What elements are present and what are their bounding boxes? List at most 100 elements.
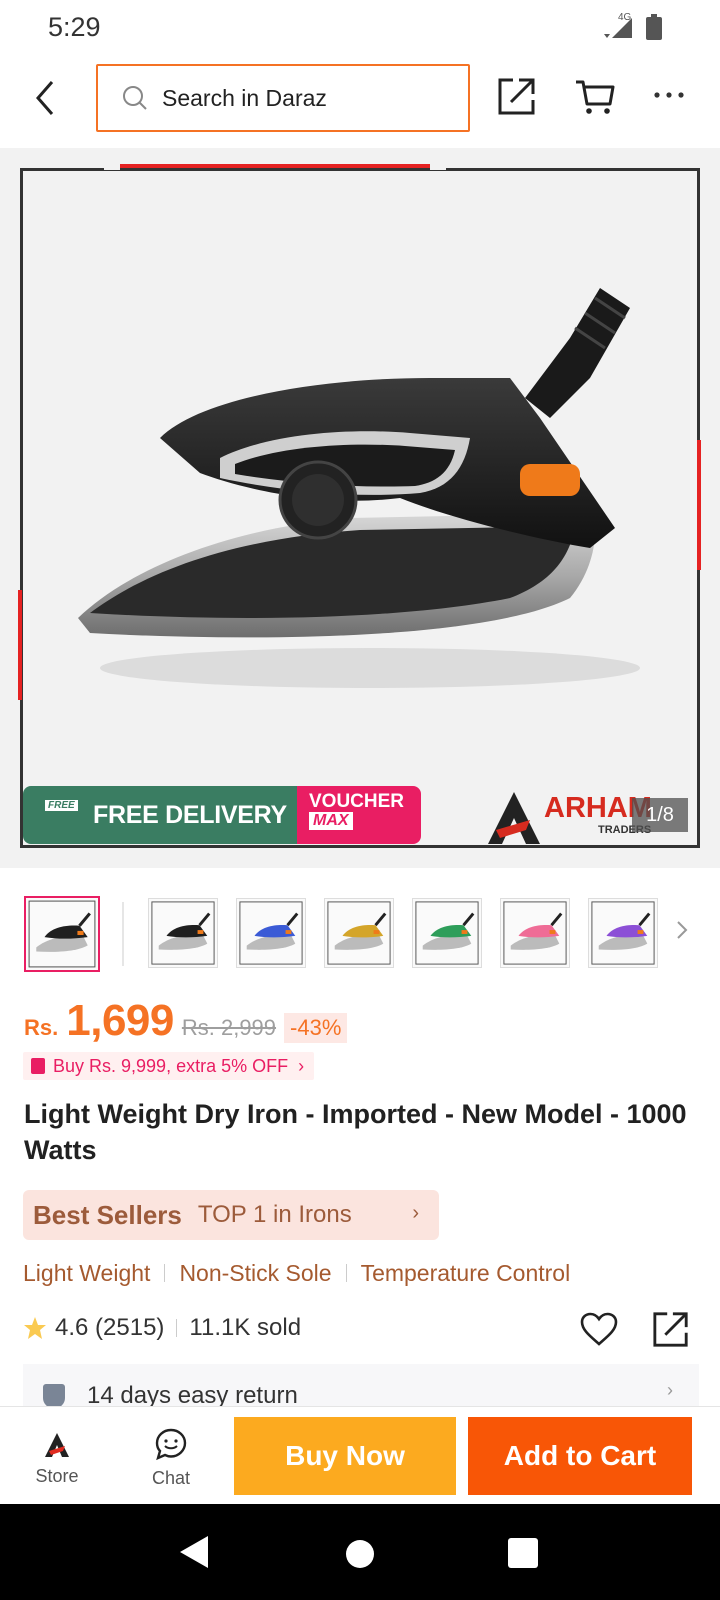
signal-icon: 4G bbox=[600, 12, 634, 40]
frame-accent bbox=[18, 590, 22, 700]
iron-thumbnail-icon bbox=[151, 901, 215, 965]
promo-banner: FREE FREE DELIVERY VOUCHER MAX bbox=[23, 786, 421, 844]
rating-row[interactable]: 4.6 (2515) 11.1K sold bbox=[23, 1314, 301, 1342]
image-counter: 1/8 bbox=[632, 798, 688, 832]
cart-button[interactable] bbox=[574, 76, 616, 123]
share-button[interactable] bbox=[497, 76, 537, 121]
thumbnail-strip bbox=[0, 880, 720, 972]
system-navigation-bar bbox=[0, 1504, 720, 1600]
original-price: Rs. 2,999 bbox=[181, 1015, 277, 1040]
cart-icon bbox=[576, 80, 615, 114]
status-time: 5:29 bbox=[48, 12, 101, 42]
feature-tag: Non-Stick Sole bbox=[179, 1259, 332, 1286]
shield-icon bbox=[43, 1384, 65, 1406]
sold-count: 11.1K sold bbox=[189, 1314, 302, 1341]
store-button[interactable]: Store bbox=[24, 1417, 90, 1493]
triangle-back-icon bbox=[180, 1536, 208, 1568]
truck-icon bbox=[37, 815, 38, 816]
feature-tag: Light Weight bbox=[23, 1259, 151, 1286]
feature-separator bbox=[164, 1264, 166, 1282]
voucher-max-text: MAX bbox=[309, 812, 353, 830]
voucher-icon bbox=[31, 1058, 45, 1074]
free-delivery-badge: FREE FREE DELIVERY bbox=[23, 786, 297, 844]
search-input[interactable]: Search in Daraz bbox=[96, 64, 470, 132]
return-policy-text: 14 days easy return bbox=[87, 1382, 298, 1406]
iron-thumbnail-icon bbox=[327, 901, 391, 965]
free-tag: FREE bbox=[45, 800, 78, 811]
brand-logo: ARHAM TRADERS bbox=[486, 788, 656, 848]
system-back-button[interactable] bbox=[178, 1534, 210, 1575]
bottom-action-bar: Store Chat Buy Now Add to Cart bbox=[0, 1406, 720, 1502]
rating-separator bbox=[176, 1319, 178, 1337]
back-button[interactable] bbox=[30, 78, 70, 122]
chat-icon bbox=[155, 1428, 187, 1461]
iron-thumbnail-icon bbox=[239, 901, 303, 965]
voucher-text: VOUCHER bbox=[309, 791, 405, 812]
feature-tag: Temperature Control bbox=[360, 1259, 571, 1286]
product-image-gallery[interactable]: FREE FREE DELIVERY VOUCHER MAX ARHAM TRA… bbox=[0, 148, 720, 868]
thumbnail-item[interactable] bbox=[588, 898, 658, 968]
iron-thumbnail-icon bbox=[591, 901, 655, 965]
search-placeholder: Search in Daraz bbox=[162, 84, 327, 111]
system-home-button[interactable] bbox=[346, 1540, 374, 1568]
promo-offer[interactable]: Buy Rs. 9,999, extra 5% OFF › bbox=[23, 1052, 315, 1080]
chevron-right-icon: › bbox=[298, 1055, 305, 1076]
chevron-right-icon bbox=[677, 921, 688, 939]
current-price: 1,699 bbox=[66, 996, 174, 1045]
iron-thumbnail-icon bbox=[415, 901, 479, 965]
chat-button[interactable]: Chat bbox=[138, 1417, 204, 1493]
iron-thumbnail-icon bbox=[28, 900, 96, 968]
best-seller-badge[interactable]: Best Sellers TOP 1 in Irons › bbox=[23, 1190, 439, 1240]
voucher-max-badge: VOUCHER MAX bbox=[297, 786, 421, 844]
free-delivery-text: FREE DELIVERY bbox=[93, 800, 287, 829]
product-title: Light Weight Dry Iron - Imported - New M… bbox=[24, 1099, 687, 1165]
thumbnail-item[interactable] bbox=[412, 898, 482, 968]
feature-tags: Light Weight Non-Stick Sole Temperature … bbox=[23, 1258, 570, 1288]
thumbnail-item[interactable] bbox=[24, 896, 100, 972]
iron-thumbnail-icon bbox=[503, 901, 567, 965]
product-image-iron bbox=[78, 288, 640, 688]
discount-badge: -43% bbox=[284, 1013, 348, 1043]
thumbnail-next-button[interactable] bbox=[676, 920, 688, 946]
chevron-left-icon bbox=[36, 81, 54, 115]
more-icon bbox=[654, 92, 684, 98]
share-icon bbox=[653, 1312, 688, 1347]
status-icons: 4G bbox=[600, 12, 662, 40]
price-currency: Rs. bbox=[24, 1015, 59, 1040]
system-recents-button[interactable] bbox=[508, 1538, 538, 1568]
battery-icon bbox=[646, 14, 662, 40]
thumbnail-item[interactable] bbox=[236, 898, 306, 968]
wishlist-button[interactable] bbox=[580, 1312, 618, 1351]
price-row: Rs. 1,699 Rs. 2,999 -43% bbox=[24, 996, 348, 1045]
status-bar: 5:29 4G bbox=[0, 0, 720, 52]
best-seller-title: Best Sellers bbox=[33, 1199, 182, 1230]
frame-gap bbox=[430, 164, 446, 170]
more-options-button[interactable] bbox=[653, 80, 685, 100]
heart-icon bbox=[580, 1312, 618, 1346]
feature-separator bbox=[345, 1264, 347, 1282]
rating-score: 4.6 (2515) bbox=[55, 1314, 165, 1341]
brand-logo-icon bbox=[488, 792, 540, 844]
thumbnail-item[interactable] bbox=[500, 898, 570, 968]
frame-accent bbox=[120, 164, 430, 168]
chevron-right-icon: › bbox=[667, 1380, 673, 1400]
search-icon bbox=[123, 86, 147, 110]
thumbnail-item[interactable] bbox=[148, 898, 218, 968]
frame-gap bbox=[104, 164, 120, 170]
thumb-divider bbox=[122, 902, 124, 966]
chevron-right-icon: › bbox=[412, 1202, 419, 1224]
top-bar: Search in Daraz bbox=[0, 58, 720, 146]
share-icon bbox=[498, 78, 535, 115]
share-product-button[interactable] bbox=[652, 1310, 690, 1353]
store-logo-icon bbox=[45, 1433, 69, 1457]
add-to-cart-button[interactable]: Add to Cart bbox=[468, 1417, 692, 1495]
best-seller-rank: TOP 1 in Irons bbox=[197, 1201, 352, 1228]
chat-label: Chat bbox=[151, 1468, 191, 1488]
star-icon bbox=[24, 1317, 46, 1339]
promo-offer-text: Buy Rs. 9,999, extra 5% OFF bbox=[53, 1055, 289, 1076]
store-label: Store bbox=[35, 1466, 79, 1486]
return-policy-row[interactable]: 14 days easy return › bbox=[23, 1364, 699, 1406]
frame-accent bbox=[697, 440, 701, 570]
thumbnail-item[interactable] bbox=[324, 898, 394, 968]
buy-now-button[interactable]: Buy Now bbox=[234, 1417, 456, 1495]
